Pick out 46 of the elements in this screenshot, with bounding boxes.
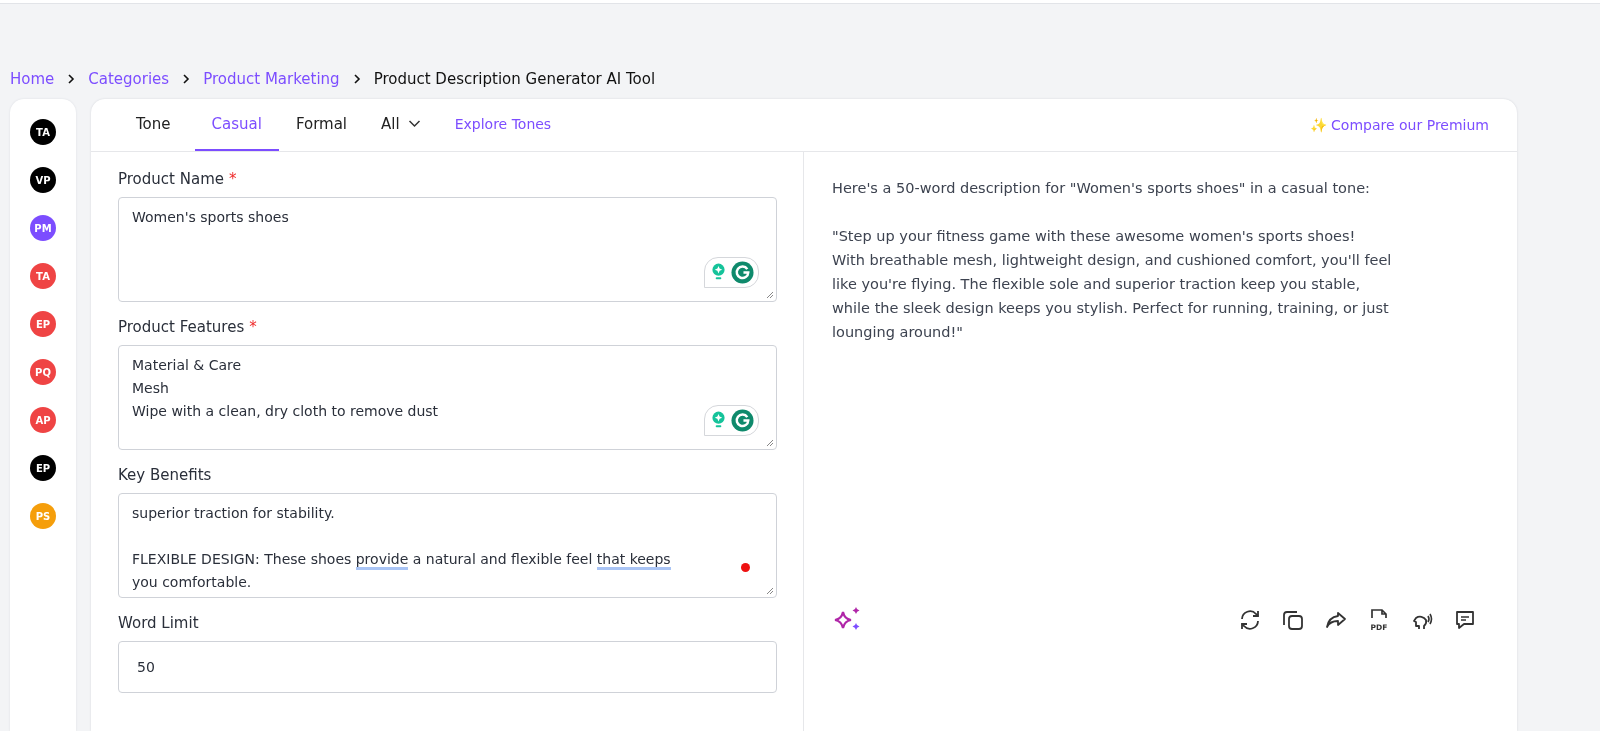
resize-handle-icon[interactable] <box>766 587 774 595</box>
avatar[interactable]: AP <box>30 407 56 433</box>
avatar[interactable]: TA <box>30 119 56 145</box>
g-logo-icon <box>731 261 754 284</box>
grammar-widget[interactable] <box>704 405 759 436</box>
resize-handle-icon[interactable] <box>766 291 774 299</box>
g-logo-icon <box>731 409 754 432</box>
explore-tones-link[interactable]: Explore Tones <box>437 99 569 151</box>
required-marker: * <box>229 170 237 188</box>
field-label: Word Limit <box>118 614 199 632</box>
tone-dropdown[interactable]: All <box>364 99 438 151</box>
lightbulb-icon <box>711 263 726 282</box>
tone-tab[interactable]: Casual <box>194 99 279 151</box>
breadcrumb-current: Product Description Generator AI Tool <box>373 70 656 88</box>
lightbulb-icon <box>711 411 726 430</box>
required-marker: * <box>249 318 257 336</box>
avatar[interactable]: VP <box>30 167 56 193</box>
breadcrumb-link[interactable]: Categories <box>88 70 170 88</box>
avatar[interactable]: EP <box>30 455 56 481</box>
avatar[interactable]: PQ <box>30 359 56 385</box>
breadcrumb-link[interactable]: Home <box>10 70 55 88</box>
compare-premium-link[interactable]: ✨ Compare our Premium <box>1309 117 1489 133</box>
field-label: Product Features <box>118 318 245 336</box>
field-label: Product Name <box>118 170 224 188</box>
text-area[interactable]: Material & Care Mesh Wipe with a clean, dry cloth to remove dust <box>118 345 777 450</box>
chevron-right-icon <box>351 74 362 84</box>
chevron-right-icon <box>66 74 77 84</box>
field-label: Key Benefits <box>118 466 212 484</box>
avatar[interactable]: TA <box>30 263 56 289</box>
refresh-icon[interactable] <box>1238 608 1262 632</box>
generated-text: Here's a 50-word description for "Women's sports shoes" in a casual tone: <box>832 179 1371 198</box>
text-area[interactable]: superior traction for stability. FLEXIBLE DESIGN: These shoes provide a natural and flexible feel that keeps you comfortable. <box>118 493 777 598</box>
breadcrumb-link[interactable]: Product Marketing <box>203 70 340 88</box>
tone-tab[interactable]: Formal <box>278 99 365 151</box>
chevron-right-icon <box>181 74 192 84</box>
tone-label: Tone <box>135 114 172 135</box>
copy-icon[interactable] <box>1281 608 1305 632</box>
grammar-widget[interactable] <box>704 257 759 288</box>
text-area[interactable]: Women's sports shoes <box>118 197 777 302</box>
generated-text: "Step up your fitness game with these awesome women's sports shoes! With breathable mesh, lightweight design, and cushioned comfort, you'll feel like you're flying. The flexible sole and superior traction keep you stable, while the sleek design keeps you stylish. Perfect for running, training, or just lounging around!" <box>832 227 1392 342</box>
word-limit-input[interactable]: 50 <box>118 641 777 693</box>
chat-icon[interactable] <box>1453 608 1477 632</box>
resize-handle-icon[interactable] <box>766 439 774 447</box>
avatar[interactable]: EP <box>30 311 56 337</box>
chevron-down-icon <box>407 120 421 128</box>
avatar[interactable]: PM <box>30 215 56 241</box>
